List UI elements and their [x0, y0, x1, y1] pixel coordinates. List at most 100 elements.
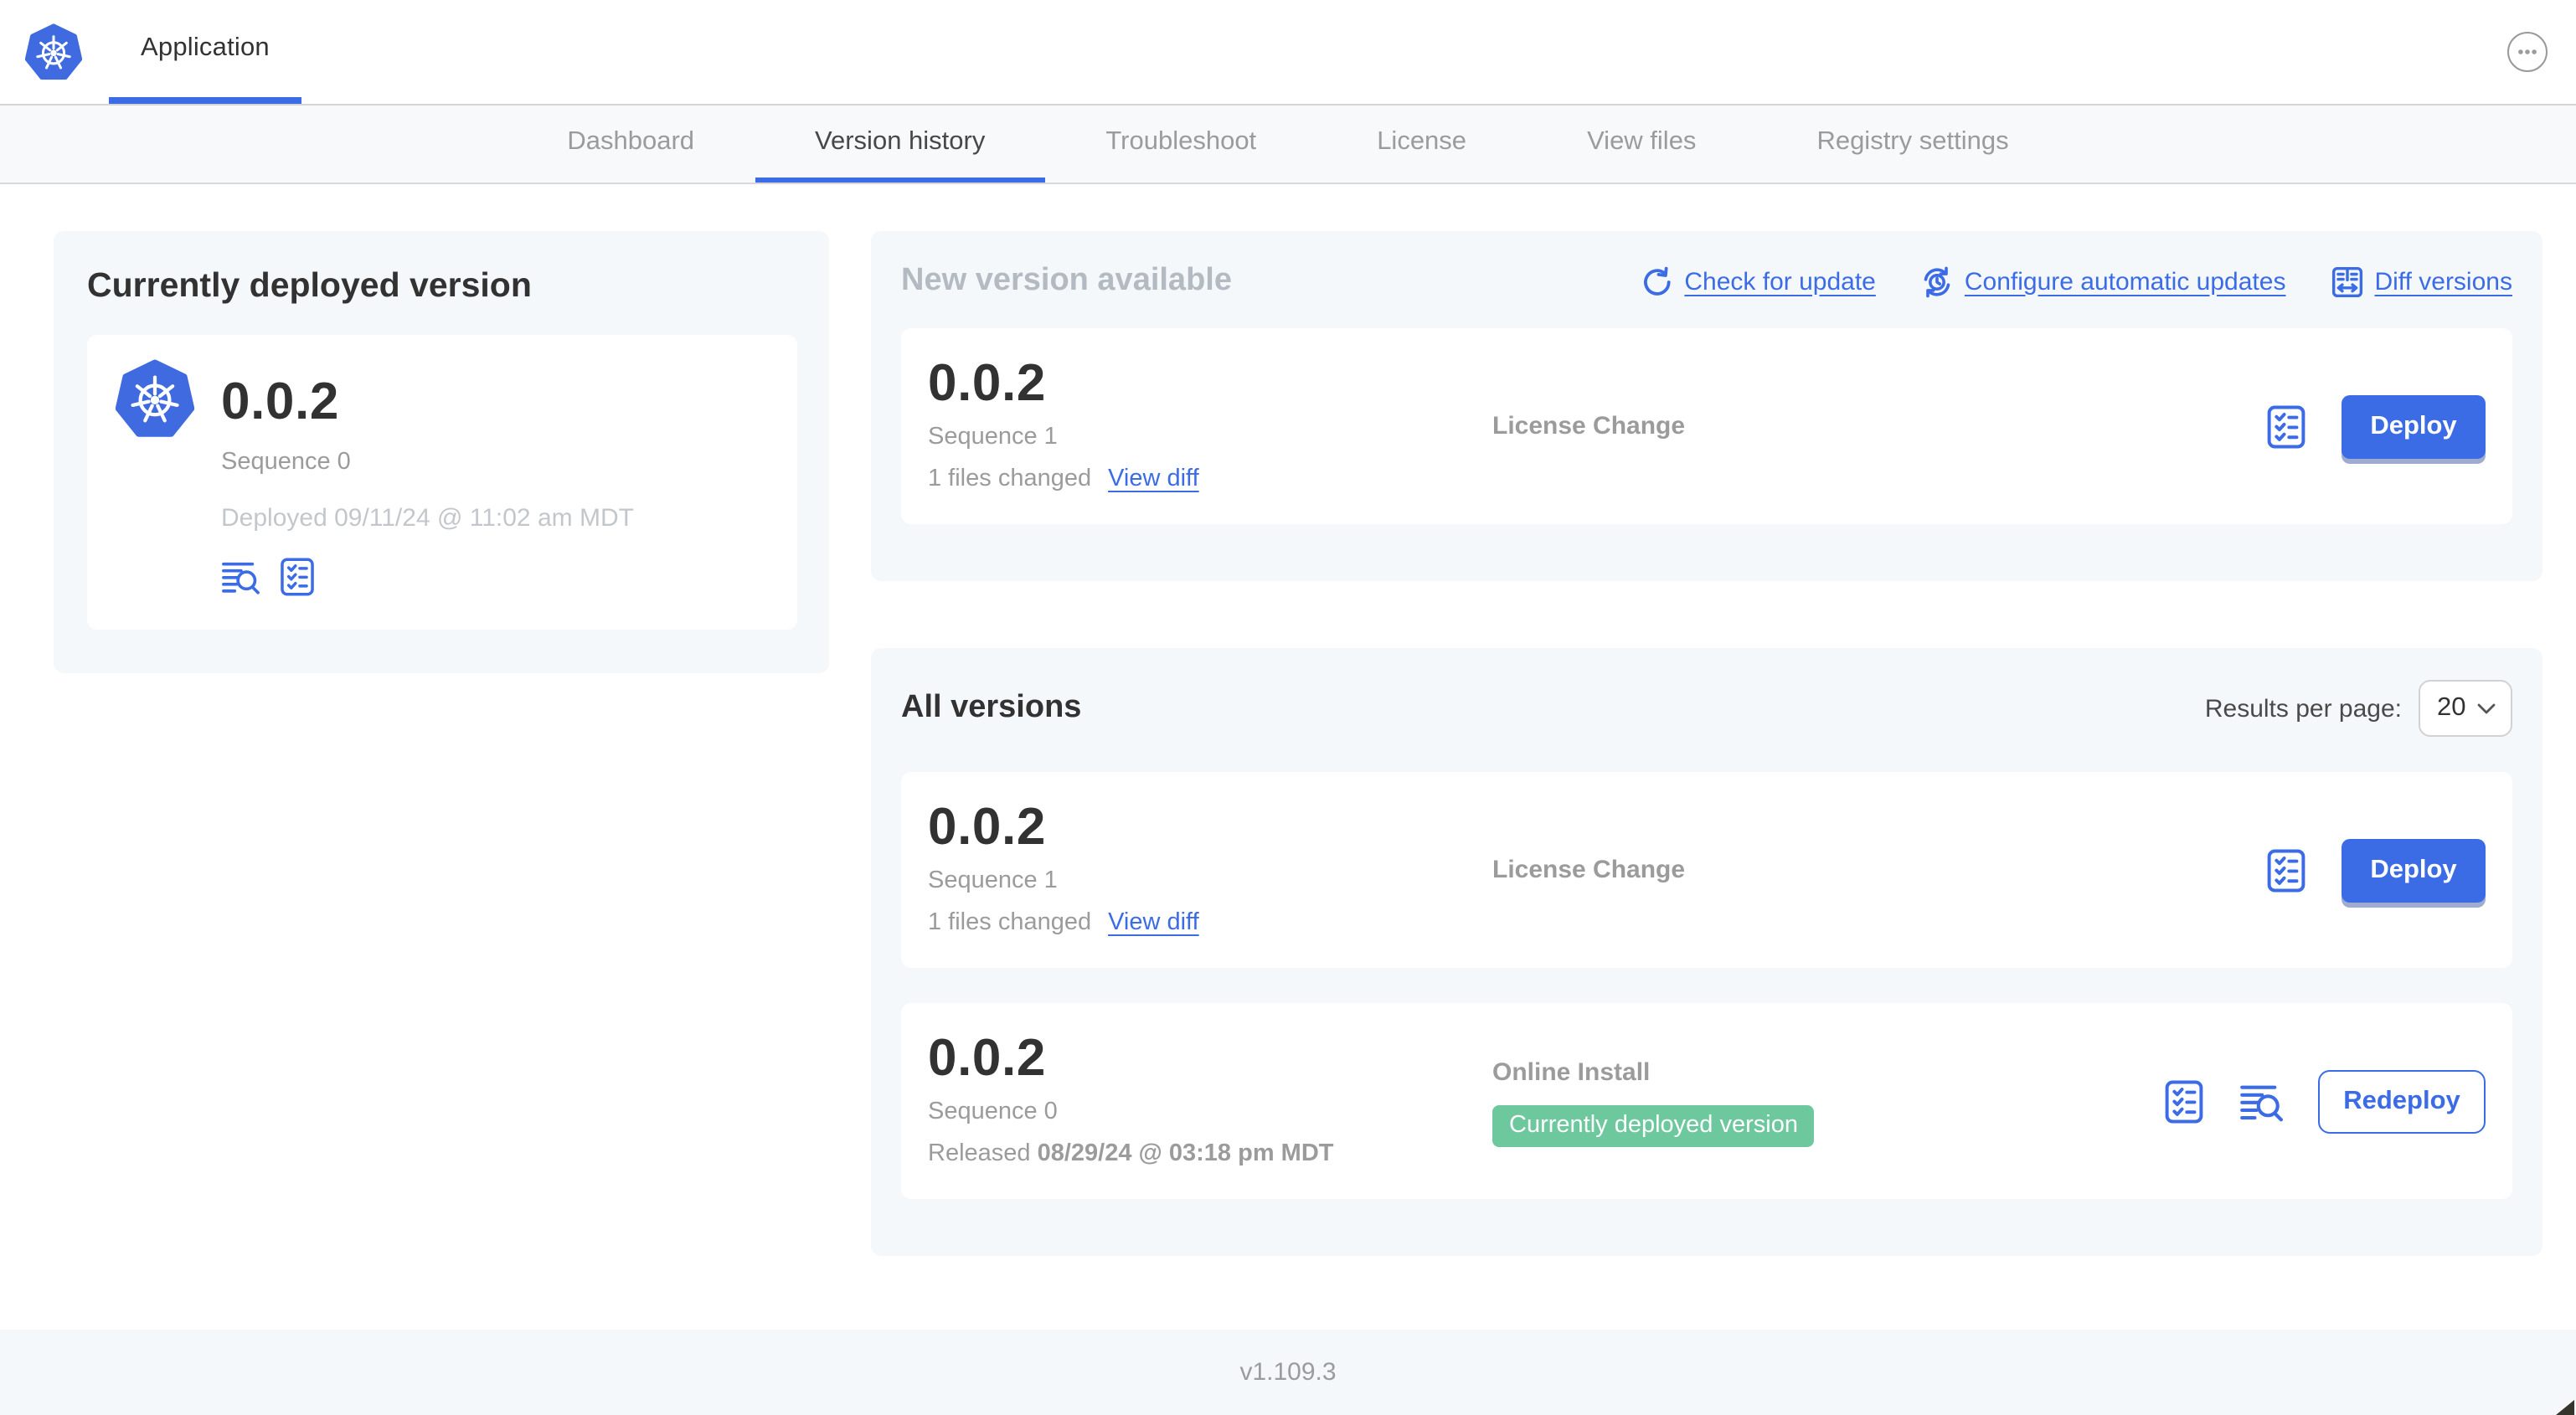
- source-label: Online Install: [1492, 1058, 1651, 1087]
- version-row: 0.0.2 Sequence 1 1 files changed View di…: [901, 772, 2512, 968]
- new-version-panel: New version available Check for update C…: [871, 231, 2543, 581]
- footer: v1.109.3: [0, 1330, 2576, 1415]
- tab-label: License: [1377, 126, 1467, 155]
- preflight-checks-icon[interactable]: [2266, 848, 2306, 892]
- preflight-checks-icon[interactable]: [2164, 1079, 2204, 1123]
- preflight-checks-icon[interactable]: [2266, 404, 2306, 448]
- all-versions-panel: All versions Results per page: 20 0.0.2 …: [871, 648, 2543, 1256]
- tab-label: Registry settings: [1816, 126, 2009, 155]
- schedule-icon: [1924, 265, 1950, 297]
- sequence-label: Sequence 1: [928, 867, 1058, 894]
- row-actions: Deploy: [2266, 838, 2486, 902]
- all-versions-header: All versions Results per page: 20: [901, 680, 2512, 737]
- link-label: Check for update: [1684, 267, 1876, 296]
- top-bar: Application: [0, 0, 2576, 105]
- app-icon: [116, 358, 194, 595]
- tab-view-files[interactable]: View files: [1527, 105, 1756, 183]
- chevron-down-icon: [2477, 702, 2496, 713]
- new-version-title: New version available: [901, 263, 1232, 298]
- released-line: Released 08/29/24 @ 03:18 pm MDT: [928, 1140, 1492, 1166]
- deploy-logs-icon[interactable]: [2239, 1081, 2283, 1121]
- view-diff-link[interactable]: View diff: [1108, 465, 1199, 491]
- kubernetes-logo-icon: [25, 23, 82, 80]
- checklist-icon: [2165, 1079, 2203, 1123]
- source-label: License Change: [1492, 412, 1686, 440]
- tab-label: Dashboard: [567, 126, 695, 155]
- tab-troubleshoot[interactable]: Troubleshoot: [1045, 105, 1316, 183]
- results-per-page-select[interactable]: 20: [2419, 680, 2512, 737]
- results-per-page: Results per page: 20: [2205, 680, 2512, 737]
- files-changed-line: 1 files changed View diff: [928, 908, 1492, 935]
- logs-icon: [222, 561, 260, 594]
- row-actions: Deploy: [2266, 394, 2486, 458]
- app-tab[interactable]: Application: [109, 0, 301, 104]
- new-version-header: New version available Check for update C…: [901, 263, 2512, 300]
- configure-automatic-updates-link[interactable]: Configure automatic updates: [1921, 265, 2286, 297]
- version-source: License Change: [1492, 856, 2266, 886]
- link-label: Configure automatic updates: [1964, 267, 2286, 296]
- tab-version-history[interactable]: Version history: [755, 105, 1046, 183]
- files-changed-label: 1 files changed: [928, 465, 1092, 492]
- new-version-row: 0.0.2 Sequence 1 1 files changed View di…: [901, 328, 2512, 524]
- deploy-button[interactable]: Deploy: [2342, 394, 2486, 458]
- checklist-icon: [281, 557, 314, 595]
- version-number: 0.0.2: [221, 372, 339, 430]
- version-number: 0.0.2: [928, 1028, 1046, 1087]
- checklist-icon: [2267, 848, 2306, 892]
- currently-deployed-card: 0.0.2 Sequence 0 Deployed 09/11/24 @ 11:…: [87, 335, 797, 630]
- version-info: 0.0.2 Sequence 1 1 files changed View di…: [928, 800, 1492, 935]
- tab-label: Troubleshoot: [1105, 126, 1257, 155]
- all-versions-title: All versions: [901, 690, 1082, 725]
- checklist-icon: [2267, 404, 2306, 448]
- version-info: 0.0.2 Sequence 0 Released 08/29/24 @ 03:…: [928, 1028, 1492, 1166]
- tab-label: Version history: [815, 126, 986, 155]
- preflight-checks-icon[interactable]: [278, 557, 317, 595]
- deploy-button[interactable]: Deploy: [2342, 838, 2486, 902]
- link-label: Diff versions: [2374, 267, 2512, 296]
- source-label: License Change: [1492, 856, 1686, 884]
- tab-registry-settings[interactable]: Registry settings: [1756, 105, 2069, 183]
- results-per-page-label: Results per page:: [2204, 694, 2402, 723]
- right-column: New version available Check for update C…: [871, 231, 2543, 1256]
- redeploy-button[interactable]: Redeploy: [2318, 1069, 2486, 1133]
- tab-label: View files: [1587, 126, 1697, 155]
- kubernetes-logo-icon: [116, 358, 194, 439]
- version-info: 0.0.2 Sequence 1 1 files changed View di…: [928, 353, 1492, 491]
- sequence-label: Sequence 1: [928, 423, 1058, 450]
- logs-icon: [2239, 1081, 2283, 1121]
- overflow-menu-button[interactable]: [2507, 32, 2548, 72]
- version-source: Online Install Currently deployed versio…: [1492, 1058, 2164, 1147]
- released-date: 08/29/24 @ 03:18 pm MDT: [1037, 1140, 1334, 1167]
- deployed-version-info: 0.0.2 Sequence 0 Deployed 09/11/24 @ 11:…: [221, 372, 634, 595]
- version-number: 0.0.2: [928, 797, 1046, 856]
- app-subnav: Dashboard Version history Troubleshoot L…: [0, 105, 2576, 184]
- tab-license[interactable]: License: [1316, 105, 1527, 183]
- diff-icon: [2331, 265, 2362, 297]
- deployed-version-actions: [221, 557, 634, 595]
- app-tab-label: Application: [141, 33, 270, 62]
- version-row: 0.0.2 Sequence 0 Released 08/29/24 @ 03:…: [901, 1003, 2512, 1199]
- page: Application Dashboard Version history Tr…: [0, 0, 2576, 1415]
- update-actions: Check for update Configure automatic upd…: [1641, 265, 2512, 297]
- main-content: Currently deployed version 0.0.2 Sequenc…: [0, 184, 2576, 1256]
- refresh-icon: [1643, 265, 1670, 295]
- released-prefix: Released: [928, 1140, 1038, 1167]
- deploy-logs-icon[interactable]: [221, 557, 260, 595]
- view-diff-link[interactable]: View diff: [1108, 908, 1199, 935]
- version-number: 0.0.2: [928, 353, 1046, 412]
- currently-deployed-panel: Currently deployed version 0.0.2 Sequenc…: [54, 231, 829, 673]
- check-for-update-link[interactable]: Check for update: [1641, 265, 1876, 297]
- ellipsis-icon: [2518, 49, 2537, 54]
- diff-versions-link[interactable]: Diff versions: [2331, 265, 2512, 297]
- currently-deployed-title: Currently deployed version: [87, 266, 532, 305]
- sequence-label: Sequence 0: [221, 448, 351, 476]
- app-logo: [25, 0, 82, 104]
- row-actions: Redeploy: [2164, 1069, 2486, 1133]
- files-changed-label: 1 files changed: [928, 908, 1092, 936]
- tab-dashboard[interactable]: Dashboard: [507, 105, 755, 183]
- console-version: v1.109.3: [1239, 1358, 1337, 1387]
- sequence-label: Sequence 0: [928, 1098, 1058, 1125]
- files-changed-line: 1 files changed View diff: [928, 465, 1492, 491]
- version-source: License Change: [1492, 412, 2266, 442]
- deployed-timestamp: Deployed 09/11/24 @ 11:02 am MDT: [221, 503, 634, 533]
